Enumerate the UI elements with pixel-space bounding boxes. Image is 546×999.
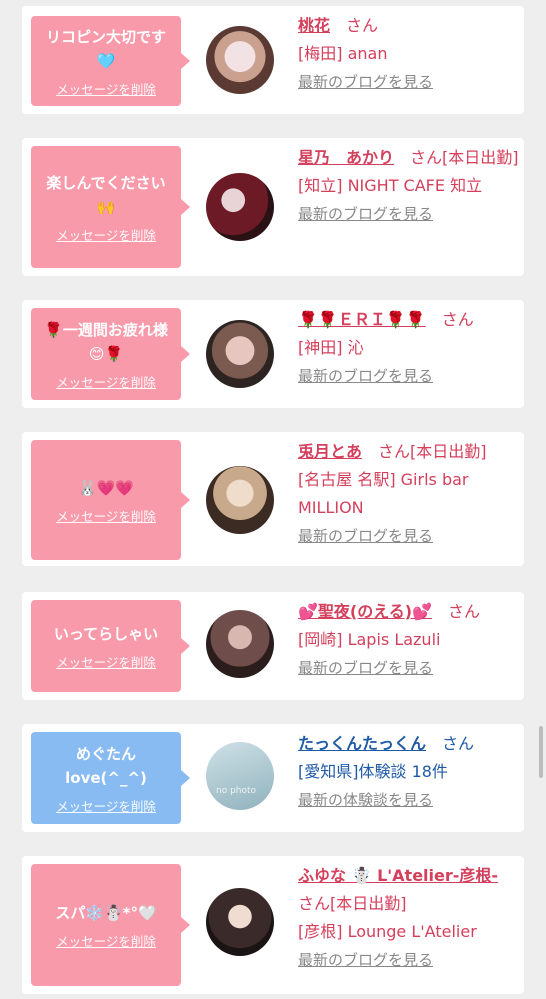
store-place: [名古屋 名駅] Girls bar MILLION xyxy=(298,470,469,517)
delete-message-link[interactable]: メッセージを削除 xyxy=(56,796,156,815)
honorific: さん[本日出勤] xyxy=(410,148,519,167)
user-name-link[interactable]: ふゆな ☃️ L'Atelier-彦根- xyxy=(298,866,498,885)
message-card: 楽しんでください 🙌 メッセージを削除 星乃 あかり さん[本日出勤] [知立]… xyxy=(22,138,524,276)
message-card: いってらしゃい メッセージを削除 💕聖夜(のえる)💕 さん [岡崎] Lapis… xyxy=(22,592,524,700)
honorific: さん xyxy=(442,734,475,753)
message-text: めぐたん love(^_^) xyxy=(65,744,147,787)
message-card: スパ❄️☃️*°🤍 メッセージを削除 ふゆな ☃️ L'Atelier-彦根- … xyxy=(22,856,524,994)
avatar[interactable] xyxy=(206,466,274,534)
delete-message-link[interactable]: メッセージを削除 xyxy=(56,506,156,525)
message-bubble: 楽しんでください 🙌 メッセージを削除 xyxy=(31,146,190,268)
delete-message-link[interactable]: メッセージを削除 xyxy=(56,652,156,671)
store-place: [愛知県]体験談 18件 xyxy=(298,762,448,781)
message-text: リコピン大切です 🩵 xyxy=(45,27,166,70)
latest-blog-link[interactable]: 最新のブログを見る xyxy=(298,946,520,974)
avatar[interactable] xyxy=(206,26,274,94)
honorific: さん xyxy=(441,310,474,329)
store-place: [彦根] Lounge L'Atelier xyxy=(298,922,477,941)
honorific: さん[本日出勤] xyxy=(378,442,487,461)
message-text: 🐰💗💗 xyxy=(77,478,135,497)
message-text: いってらしゃい xyxy=(53,624,159,643)
message-bubble: 🐰💗💗 メッセージを削除 xyxy=(31,440,190,560)
honorific: さん xyxy=(448,602,481,621)
delete-message-link[interactable]: メッセージを削除 xyxy=(56,79,156,98)
delete-message-link[interactable]: メッセージを削除 xyxy=(56,931,156,950)
store-place: [梅田] anan xyxy=(298,44,388,63)
store-place: [神田] 沁 xyxy=(298,338,364,357)
honorific: さん xyxy=(346,16,379,35)
no-photo-label: no photo xyxy=(216,786,257,796)
message-bubble: スパ❄️☃️*°🤍 メッセージを削除 xyxy=(31,864,190,986)
message-card: リコピン大切です 🩵 メッセージを削除 桃花 さん [梅田] anan 最新のブ… xyxy=(22,6,524,114)
scrollbar[interactable] xyxy=(539,726,543,778)
message-text: 🌹一週間お疲れ様😊🌹 xyxy=(44,320,168,363)
latest-blog-link[interactable]: 最新のブログを見る xyxy=(298,362,520,390)
message-card: 🌹一週間お疲れ様😊🌹 メッセージを削除 🌹🌹ＥＲＩ🌹🌹 さん [神田] 沁 最新… xyxy=(22,300,524,408)
user-name-link[interactable]: 星乃 あかり xyxy=(298,148,394,167)
message-card: めぐたん love(^_^) メッセージを削除 no photo たっくんたっく… xyxy=(22,724,524,832)
latest-blog-link[interactable]: 最新のブログを見る xyxy=(298,68,520,96)
latest-blog-link[interactable]: 最新のブログを見る xyxy=(298,654,520,682)
message-text: スパ❄️☃️*°🤍 xyxy=(55,903,157,922)
store-place: [岡崎] Lapis Lazuli xyxy=(298,630,441,649)
user-name-link[interactable]: 🌹🌹ＥＲＩ🌹🌹 xyxy=(298,310,426,329)
avatar[interactable] xyxy=(206,610,274,678)
delete-message-link[interactable]: メッセージを削除 xyxy=(56,372,156,391)
message-bubble: 🌹一週間お疲れ様😊🌹 メッセージを削除 xyxy=(31,308,190,400)
avatar[interactable] xyxy=(206,320,274,388)
delete-message-link[interactable]: メッセージを削除 xyxy=(56,225,156,244)
message-text: 楽しんでください 🙌 xyxy=(46,173,166,216)
user-name-link[interactable]: 桃花 xyxy=(298,16,330,35)
message-card: 🐰💗💗 メッセージを削除 兎月とあ さん[本日出勤] [名古屋 名駅] Girl… xyxy=(22,432,524,566)
latest-review-link[interactable]: 最新の体験談を見る xyxy=(298,786,520,814)
avatar[interactable] xyxy=(206,888,274,956)
store-place: [知立] NIGHT CAFE 知立 xyxy=(298,176,483,195)
message-bubble: いってらしゃい メッセージを削除 xyxy=(31,600,190,692)
avatar[interactable] xyxy=(206,173,274,241)
user-name-link[interactable]: 💕聖夜(のえる)💕 xyxy=(298,602,432,621)
honorific: さん[本日出勤] xyxy=(298,894,407,913)
avatar[interactable]: no photo xyxy=(206,742,274,810)
latest-blog-link[interactable]: 最新のブログを見る xyxy=(298,200,520,228)
user-name-link[interactable]: 兎月とあ xyxy=(298,442,362,461)
message-bubble: めぐたん love(^_^) メッセージを削除 xyxy=(31,732,190,824)
message-bubble: リコピン大切です 🩵 メッセージを削除 xyxy=(31,16,190,106)
latest-blog-link[interactable]: 最新のブログを見る xyxy=(298,522,520,550)
user-name-link[interactable]: たっくんたっくん xyxy=(298,734,426,753)
